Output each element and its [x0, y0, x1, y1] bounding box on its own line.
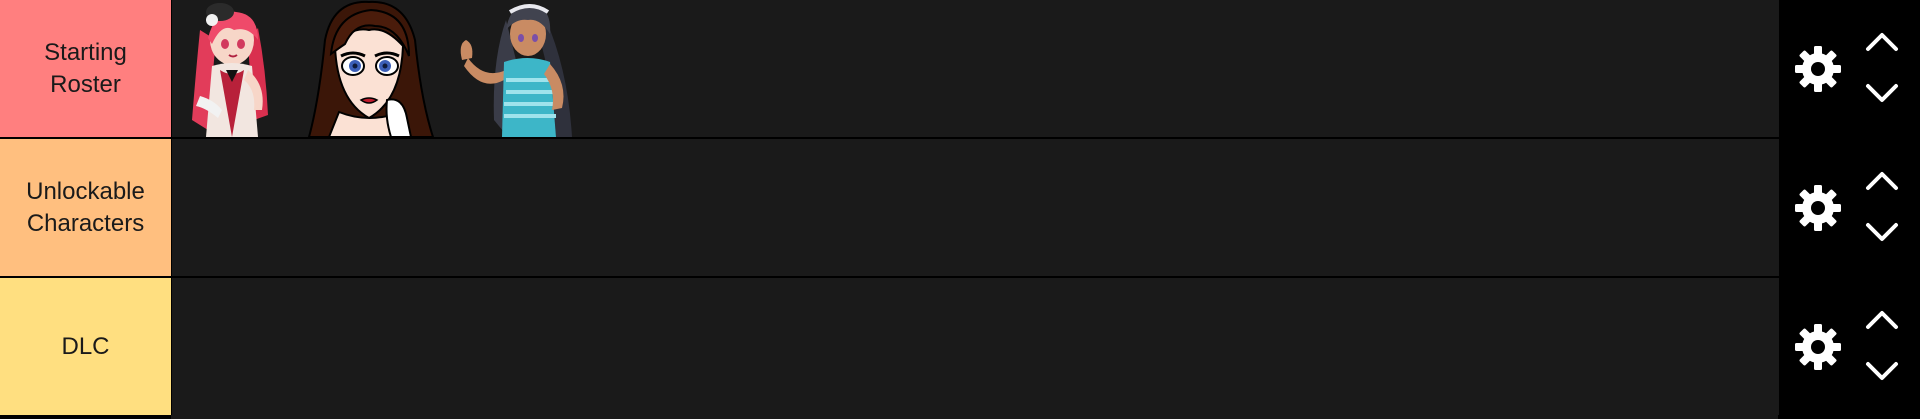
tier-row-starting-roster: Starting Roster: [0, 0, 1920, 137]
chevron-up-icon[interactable]: [1865, 169, 1899, 191]
chevron-down-icon[interactable]: [1865, 83, 1899, 105]
character-tile[interactable]: [178, 0, 286, 137]
tier-label-text: Unlockable Characters: [26, 177, 145, 237]
tier-controls: [1779, 278, 1920, 415]
tier-label[interactable]: Starting Roster: [0, 0, 171, 137]
tier-list: Starting Roster Unlockable Characters DL…: [0, 0, 1920, 419]
bottom-divider: [171, 415, 1778, 419]
tier-items-area[interactable]: [172, 278, 1779, 415]
tier-items-area[interactable]: [172, 0, 1779, 137]
tier-label[interactable]: DLC: [0, 278, 171, 415]
tier-label-text: DLC: [61, 332, 110, 360]
gear-icon[interactable]: [1794, 45, 1842, 93]
chevron-down-icon[interactable]: [1865, 222, 1899, 244]
chevron-up-icon[interactable]: [1865, 308, 1899, 330]
tier-items-area[interactable]: [172, 139, 1779, 276]
gear-icon[interactable]: [1794, 323, 1842, 371]
tier-row-unlockable-characters: Unlockable Characters: [0, 139, 1920, 276]
tier-controls: [1779, 0, 1920, 137]
character-tile[interactable]: [305, 0, 437, 137]
chevron-down-icon[interactable]: [1865, 361, 1899, 383]
gear-icon[interactable]: [1794, 184, 1842, 232]
tier-label-text: Starting Roster: [44, 38, 127, 98]
tier-row-dlc: DLC: [0, 278, 1920, 415]
chevron-up-icon[interactable]: [1865, 30, 1899, 52]
tier-controls: [1779, 139, 1920, 276]
tier-label[interactable]: Unlockable Characters: [0, 139, 171, 276]
character-tile[interactable]: [444, 0, 584, 137]
